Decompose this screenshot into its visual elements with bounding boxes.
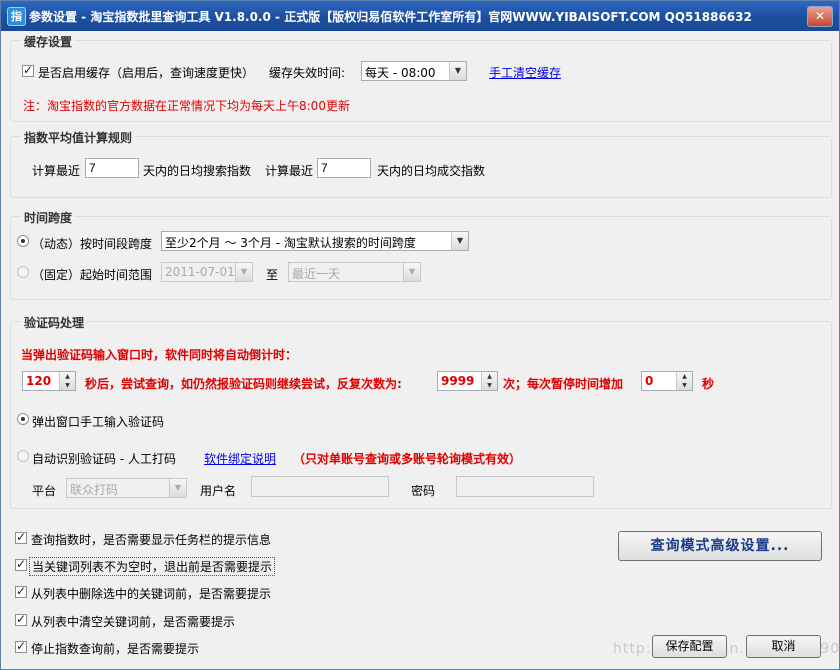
enable-cache-label: 是否启用缓存（启用后，查询速度更快） [38, 66, 255, 80]
option-label-taskbar: 查询指数时，是否需要显示任务栏的提示信息 [31, 533, 272, 547]
search-recent-label: 计算最近 [32, 164, 81, 178]
group-title: 缓存设置 [21, 33, 76, 50]
fixed-end-value: 最近一天 [292, 267, 341, 281]
enable-cache-checkbox[interactable] [22, 63, 34, 77]
password-input[interactable] [456, 476, 594, 497]
dynamic-span-radio[interactable] [17, 235, 29, 247]
option-checkbox-stop[interactable] [15, 639, 27, 653]
chevron-down-icon: ▼ [451, 232, 468, 250]
option-label-delete: 从列表中删除选中的关键词前，是否需要提示 [31, 587, 272, 601]
option-label-clear: 从列表中清空关键词前，是否需要提示 [31, 615, 236, 629]
fixed-end-select[interactable]: 最近一天 ▼ [288, 262, 421, 282]
search-days-input[interactable] [85, 158, 139, 178]
close-icon[interactable]: ✕ [807, 6, 833, 27]
repeat-spinner[interactable]: 9999 ▲ ▼ [437, 371, 498, 391]
group-title: 指数平均值计算规则 [21, 129, 136, 146]
group-title: 验证码处理 [21, 314, 88, 331]
deal-days-input[interactable] [317, 158, 371, 178]
deal-recent-label: 计算最近 [265, 164, 314, 178]
username-label: 用户名 [200, 484, 237, 498]
seconds-spinner[interactable]: 120 ▲ ▼ [22, 371, 76, 391]
spinner-buttons[interactable]: ▲ ▼ [59, 372, 75, 390]
advanced-settings-button[interactable]: 查询模式高级设置... [618, 531, 822, 561]
dynamic-span-label: （动态）按时间段跨度 [32, 237, 153, 251]
search-suffix-label: 天内的日均搜索指数 [143, 164, 252, 178]
platform-label: 平台 [32, 484, 57, 498]
cache-expire-value: 每天 - 08:00 [365, 66, 436, 80]
auto-captcha-label: 自动识别验证码 - 人工打码 [32, 452, 176, 466]
chevron-down-icon: ▼ [169, 479, 186, 497]
option-checkbox-taskbar[interactable] [15, 530, 27, 544]
option-checkbox-delete[interactable] [15, 584, 27, 598]
platform-select[interactable]: 联众打码 ▼ [66, 478, 187, 498]
fixed-start-value: 2011-07-01 [165, 265, 235, 279]
fixed-span-label: （固定）起始时间范围 [32, 268, 153, 282]
auto-captcha-note: （只对单账号查询或多账号轮询模式有效） [293, 452, 522, 466]
option-label-exit: 当关键词列表不为空时，退出前是否需要提示 [29, 557, 276, 576]
option-checkbox-clear[interactable] [15, 612, 27, 626]
sec-unit: 秒 [702, 377, 715, 391]
deal-suffix-label: 天内的日均成交指数 [377, 164, 486, 178]
settings-window: 指 参数设置 - 淘宝指数批里查询工具 V1.8.0.0 - 正式版【版权归易佰… [0, 0, 840, 670]
cancel-button[interactable]: 取消 [746, 635, 821, 658]
cache-expire-select[interactable]: 每天 - 08:00 ▼ [361, 61, 467, 81]
spinner-buttons[interactable]: ▲ ▼ [481, 372, 497, 390]
dynamic-span-value: 至少2个月 ～ 3个月 - 淘宝默认搜索的时间跨度 [165, 236, 416, 250]
clear-cache-link[interactable]: 手工清空缓存 [489, 64, 561, 81]
auto-captcha-radio[interactable] [17, 450, 29, 462]
manual-captcha-radio[interactable] [17, 413, 29, 425]
fixed-span-radio[interactable] [17, 266, 29, 278]
chevron-down-icon: ▼ [449, 62, 466, 80]
bind-help-link[interactable]: 软件绑定说明 [204, 450, 276, 467]
cache-note: 注：淘宝指数的官方数据在正常情况下均为每天上午8:00更新 [23, 99, 350, 113]
title-bar[interactable]: 指 参数设置 - 淘宝指数批里查询工具 V1.8.0.0 - 正式版【版权归易佰… [1, 1, 839, 31]
repeat-value: 9999 [441, 374, 475, 388]
increase-spinner[interactable]: 0 ▲ ▼ [641, 371, 693, 391]
increase-value: 0 [645, 374, 654, 388]
window-title: 参数设置 - 淘宝指数批里查询工具 V1.8.0.0 - 正式版【版权归易佰软件… [29, 10, 752, 24]
fixed-start-date[interactable]: 2011-07-01 ▼ [161, 262, 253, 282]
spinner-buttons[interactable]: ▲ ▼ [676, 372, 692, 390]
timespan-group: 时间跨度 [10, 209, 832, 300]
cache-expire-label: 缓存失效时间: [269, 66, 346, 80]
platform-value: 联众打码 [70, 483, 119, 497]
to-label: 至 [266, 268, 279, 282]
username-input[interactable] [251, 476, 389, 497]
dynamic-span-select[interactable]: 至少2个月 ～ 3个月 - 淘宝默认搜索的时间跨度 ▼ [161, 231, 469, 251]
password-label: 密码 [411, 484, 436, 498]
manual-captcha-label: 弹出窗口手工输入验证码 [32, 415, 165, 429]
increase-text: 次；每次暂停时间增加 [503, 377, 624, 391]
group-title: 时间跨度 [21, 209, 76, 226]
app-icon: 指 [7, 7, 26, 26]
chevron-down-icon: ▼ [235, 263, 252, 281]
captcha-headline: 当弹出验证码输入窗口时，软件同时将自动倒计时： [21, 348, 298, 362]
option-label-stop: 停止指数查询前，是否需要提示 [31, 642, 200, 656]
seconds-value: 120 [26, 374, 52, 388]
retry-text: 秒后，尝试查询，如仍然报验证码则继续尝试，反复次数为: [85, 377, 402, 391]
chevron-down-icon: ▼ [403, 263, 420, 281]
option-checkbox-exit[interactable] [15, 557, 27, 571]
save-button[interactable]: 保存配置 [652, 635, 727, 658]
